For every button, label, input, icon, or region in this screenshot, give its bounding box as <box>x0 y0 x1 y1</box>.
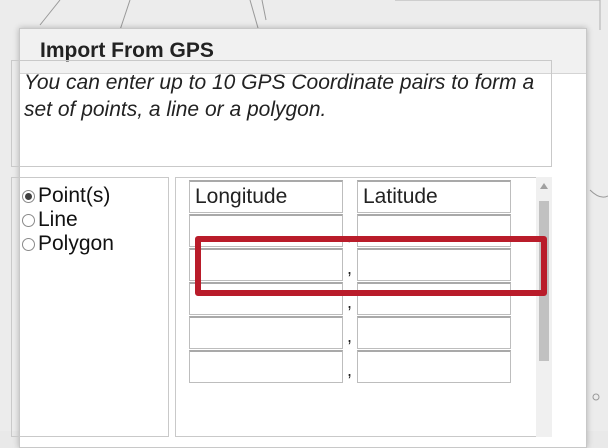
longitude-header: Longitude <box>189 180 343 213</box>
coordinate-row: , <box>176 214 536 248</box>
longitude-input[interactable] <box>189 282 343 315</box>
longitude-input[interactable] <box>189 248 343 281</box>
mode-label-polygon: Polygon <box>38 232 114 255</box>
scroll-thumb[interactable] <box>539 201 549 361</box>
latitude-header: Latitude <box>357 180 511 213</box>
mode-option-polygon[interactable]: Polygon <box>22 232 168 256</box>
coordinate-separator: , <box>347 224 353 244</box>
geometry-mode-group: Point(s) Line Polygon <box>11 177 169 437</box>
coordinate-row: , <box>176 316 536 350</box>
coordinate-separator: , <box>347 360 353 380</box>
coordinate-row: , <box>176 282 536 316</box>
radio-points[interactable] <box>22 189 35 203</box>
longitude-input[interactable] <box>189 350 343 383</box>
mode-option-points[interactable]: Point(s) <box>22 184 168 208</box>
coordinate-separator: , <box>347 292 353 312</box>
coordinate-separator: , <box>347 326 353 346</box>
latitude-input[interactable] <box>357 350 511 383</box>
longitude-input[interactable] <box>189 214 343 247</box>
instructions-text: You can enter up to 10 GPS Coordinate pa… <box>11 60 552 167</box>
mode-label-line: Line <box>38 208 78 231</box>
mode-label-points: Point(s) <box>38 184 111 207</box>
coordinate-scrollbar[interactable] <box>536 177 552 437</box>
latitude-input[interactable] <box>357 316 511 349</box>
latitude-input[interactable] <box>357 214 511 247</box>
coordinate-row: , <box>176 350 536 384</box>
radio-line[interactable] <box>22 213 35 227</box>
coordinate-header-row: Longitude Latitude <box>176 180 536 214</box>
longitude-input[interactable] <box>189 316 343 349</box>
radio-polygon[interactable] <box>22 237 35 251</box>
latitude-input[interactable] <box>357 248 511 281</box>
coordinate-list: Longitude Latitude , , , , , <box>175 177 552 437</box>
latitude-input[interactable] <box>357 282 511 315</box>
mode-option-line[interactable]: Line <box>22 208 168 232</box>
coordinate-row: , <box>176 248 536 282</box>
coordinate-separator: , <box>347 258 353 278</box>
scroll-up-arrow-icon[interactable] <box>540 183 548 189</box>
